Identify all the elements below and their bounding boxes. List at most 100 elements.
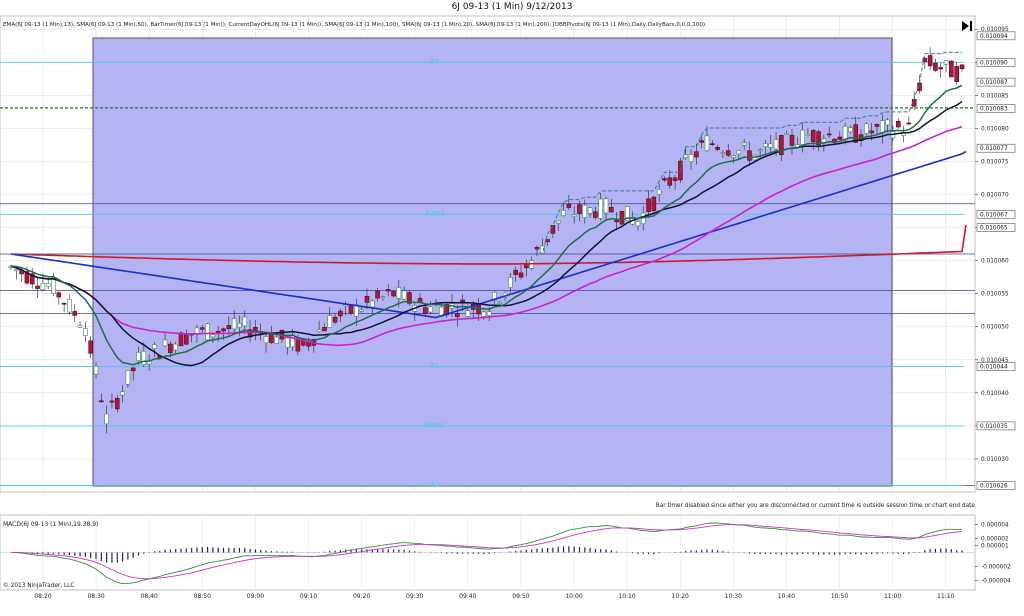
candle-body [561, 210, 566, 217]
candle-body [869, 130, 874, 134]
candle-body [927, 55, 933, 67]
candle-body [460, 299, 465, 303]
candle-body [45, 283, 51, 287]
candle-body [789, 134, 795, 146]
candle-body [747, 150, 752, 161]
candle-body [284, 337, 290, 348]
candle-body [226, 325, 232, 330]
candle-body [242, 316, 248, 327]
candle-body [906, 122, 912, 125]
time-tick-label: 09:10 [300, 593, 317, 600]
candle-body [497, 302, 503, 304]
candle-body [274, 336, 279, 344]
candle-body [768, 143, 774, 148]
candle-body [332, 316, 338, 323]
candle-body [667, 177, 673, 186]
candle-body [885, 119, 890, 126]
candle-body [72, 311, 78, 316]
pivot-label: R2 [431, 362, 439, 369]
candle-body [529, 260, 534, 269]
candle-body [104, 413, 109, 425]
candle-body [205, 323, 210, 341]
time-tick-label: 08:40 [141, 593, 158, 600]
candle-body [77, 325, 83, 328]
play-arrow-icon [962, 21, 969, 31]
price-tick-label: 0.010070 [981, 193, 1009, 199]
candle-body [949, 60, 954, 78]
candle-body [704, 135, 710, 151]
candle-body [810, 130, 816, 143]
candle-body [933, 62, 938, 71]
price-tag-label: 0.010035 [980, 424, 1008, 430]
time-tick-label: 09:00 [247, 593, 264, 600]
candle-body [152, 344, 157, 349]
candle-body [178, 332, 184, 347]
candle-body [316, 329, 322, 332]
pivot-label: R1 [431, 481, 439, 488]
candle-body [194, 327, 200, 334]
price-tag-label: 0.010083 [980, 107, 1008, 113]
candle-body [141, 351, 147, 365]
candle-body [545, 239, 550, 243]
candle-body [61, 302, 67, 305]
candle-body [566, 203, 572, 208]
candle-body [125, 370, 131, 385]
candle-body [683, 154, 689, 159]
price-chart[interactable]: R3R2MidR2R1MidR1 0.0100950.0100900.01008… [0, 0, 1024, 616]
bar-timer-message: Bar timer disabled since either you are … [656, 503, 976, 509]
candle-body [263, 336, 269, 344]
time-tick-label: 11:10 [937, 593, 954, 600]
candle-body [593, 211, 598, 218]
candle-body [114, 398, 120, 410]
candle-body [784, 133, 789, 135]
candle-body [401, 290, 407, 300]
copyright: © 2013 NinjaTrader, LLC [3, 582, 74, 589]
pivot-label: R2Mid [426, 210, 445, 217]
candle-body [709, 143, 715, 145]
candle-body [237, 323, 242, 328]
candle-body [231, 318, 237, 330]
macd-tick-label: 0.000001 [981, 543, 1009, 549]
candle-body [88, 340, 93, 354]
time-axis: 08:20 08:30 08:40 08:50 09:00 09:10 09:20 09:30… [34, 593, 954, 600]
candle-body [83, 328, 88, 336]
price-tick-label: 0.010075 [981, 159, 1009, 165]
price-tag-label: 0.010094 [980, 34, 1008, 40]
candle-body [162, 339, 168, 347]
pivot-label: R1Mid [426, 422, 445, 429]
macd-tick-label: 0.000004 [981, 522, 1009, 528]
candle-body [184, 333, 189, 345]
candle-body [582, 204, 588, 218]
candle-body [895, 120, 901, 128]
candle-body [938, 67, 944, 70]
candle-body [954, 66, 959, 82]
candle-body [534, 247, 540, 250]
time-tick-label: 09:30 [406, 593, 423, 600]
right-arrow-button[interactable] [962, 21, 972, 31]
candle-body [99, 400, 104, 403]
price-tag-label: 0.010044 [980, 364, 1008, 370]
candle-body [168, 343, 173, 354]
candle-body [428, 306, 434, 313]
candle-body [518, 272, 524, 278]
time-tick-label: 08:20 [34, 593, 51, 600]
candle-body [699, 140, 704, 143]
candle-body [486, 311, 492, 316]
candle-body [465, 310, 471, 317]
candle-body [385, 289, 391, 292]
time-tick-label: 10:40 [778, 593, 795, 600]
macd-tick-label: -0.000004 [981, 579, 1011, 585]
macd-tick-label: 0.000002 [981, 536, 1009, 542]
candle-body [109, 400, 115, 403]
candle-body [587, 207, 593, 214]
candle-body [725, 150, 731, 156]
candle-body [715, 147, 720, 150]
candle-body [720, 152, 726, 154]
candle-body [67, 298, 72, 313]
candle-body [364, 296, 370, 303]
candle-body [513, 269, 519, 275]
price-tag-label: 0.010087 [980, 80, 1008, 86]
candle-body [396, 287, 402, 299]
candle-body [646, 198, 651, 212]
candle-body [598, 198, 604, 219]
